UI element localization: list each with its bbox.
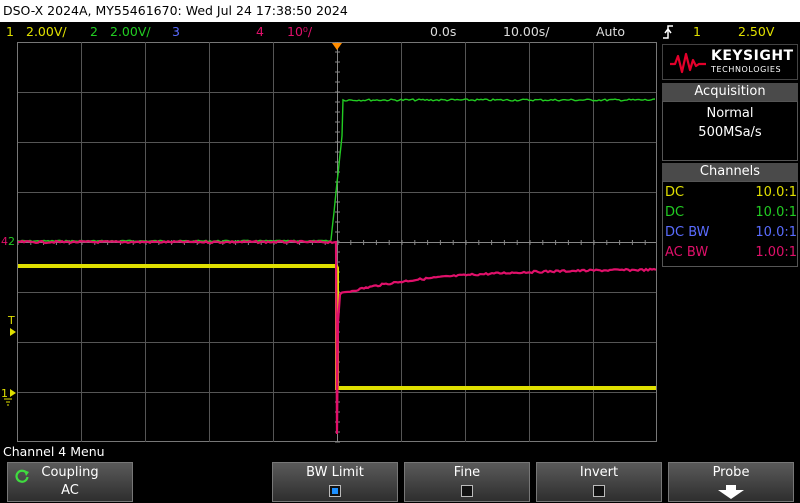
acquisition-panel[interactable]: Normal 500MSa/s: [662, 101, 798, 161]
invert-label: Invert: [579, 465, 619, 480]
status-bar: 1 2.00V/ 2 2.00V/ 3 4 10⁰/ 0.0s 10.00s/ …: [0, 22, 800, 42]
horizontal-delay[interactable]: 0.0s: [430, 22, 456, 42]
ch4-info-row[interactable]: AC BW 1.00:1: [665, 243, 797, 263]
ch1-info-row[interactable]: DC 10.0:1: [665, 183, 797, 203]
fine-checkbox[interactable]: [461, 485, 473, 497]
ch1-number[interactable]: 1: [6, 22, 14, 42]
ch2-scale[interactable]: 2.00V/: [110, 22, 151, 42]
submenu-arrow-down-icon: [718, 485, 744, 499]
brand-name: KEYSIGHT: [711, 48, 794, 64]
brand-logo: KEYSIGHT TECHNOLOGIES: [662, 44, 798, 80]
menu-title: Channel 4 Menu: [0, 444, 800, 460]
waveform-display[interactable]: 4 2 T 1: [0, 42, 660, 444]
channels-header: Channels: [662, 163, 798, 181]
ch2-info-row[interactable]: DC 10.0:1: [665, 203, 797, 223]
trigger-mode[interactable]: Auto: [596, 22, 625, 42]
timebase-scale[interactable]: 10.00s/: [503, 22, 550, 42]
trigger-level[interactable]: 2.50V: [738, 22, 774, 42]
ch1-coupling: DC: [665, 185, 685, 200]
ch3-info-row[interactable]: DC BW 10.0:1: [665, 223, 797, 243]
invert-softkey[interactable]: Invert: [536, 462, 662, 502]
ch2-probe: 10.0:1: [755, 205, 797, 220]
ch1-scale[interactable]: 2.00V/: [26, 22, 67, 42]
coupling-value: AC: [61, 483, 79, 498]
coupling-softkey[interactable]: Coupling AC: [7, 462, 133, 502]
ch4-ground-marker: 4: [1, 235, 8, 248]
invert-checkbox[interactable]: [593, 485, 605, 497]
fine-label: Fine: [453, 465, 481, 480]
bw-limit-softkey[interactable]: BW Limit: [272, 462, 398, 502]
side-panel: KEYSIGHT TECHNOLOGIES Acquisition Normal…: [660, 42, 800, 444]
ch2-ground-marker: 2: [8, 235, 15, 248]
ch4-scale[interactable]: 10⁰/: [287, 22, 312, 42]
ch1-ground-marker: 1: [1, 387, 8, 400]
fine-softkey[interactable]: Fine: [404, 462, 530, 502]
ch3-coupling: DC BW: [665, 225, 710, 240]
trigger-level-marker: T: [7, 314, 15, 327]
sample-rate: 500MSa/s: [698, 125, 762, 140]
ch4-probe: 1.00:1: [755, 245, 797, 260]
ch4-number[interactable]: 4: [256, 22, 264, 42]
brand-sub: TECHNOLOGIES: [711, 65, 782, 74]
probe-label: Probe: [712, 465, 750, 480]
ch3-probe: 10.0:1: [755, 225, 797, 240]
acquisition-mode: Normal: [706, 106, 754, 121]
bw-limit-checkbox[interactable]: [329, 485, 341, 497]
ch2-coupling: DC: [665, 205, 685, 220]
acquisition-header: Acquisition: [662, 83, 798, 101]
probe-softkey[interactable]: Probe: [668, 462, 794, 502]
keysight-wave-logo-icon: [670, 52, 706, 74]
ch2-number[interactable]: 2: [90, 22, 98, 42]
trigger-source[interactable]: 1: [693, 22, 701, 42]
window-title: DSO-X 2024A, MY55461670: Wed Jul 24 17:3…: [0, 0, 800, 22]
channels-panel[interactable]: DC 10.0:1 DC 10.0:1 DC BW 10.0:1 AC BW 1…: [662, 181, 798, 267]
ch4-coupling: AC BW: [665, 245, 709, 260]
ch1-probe: 10.0:1: [755, 185, 797, 200]
coupling-label: Coupling: [41, 465, 99, 480]
ch3-number[interactable]: 3: [172, 22, 180, 42]
bw-limit-label: BW Limit: [306, 465, 364, 480]
